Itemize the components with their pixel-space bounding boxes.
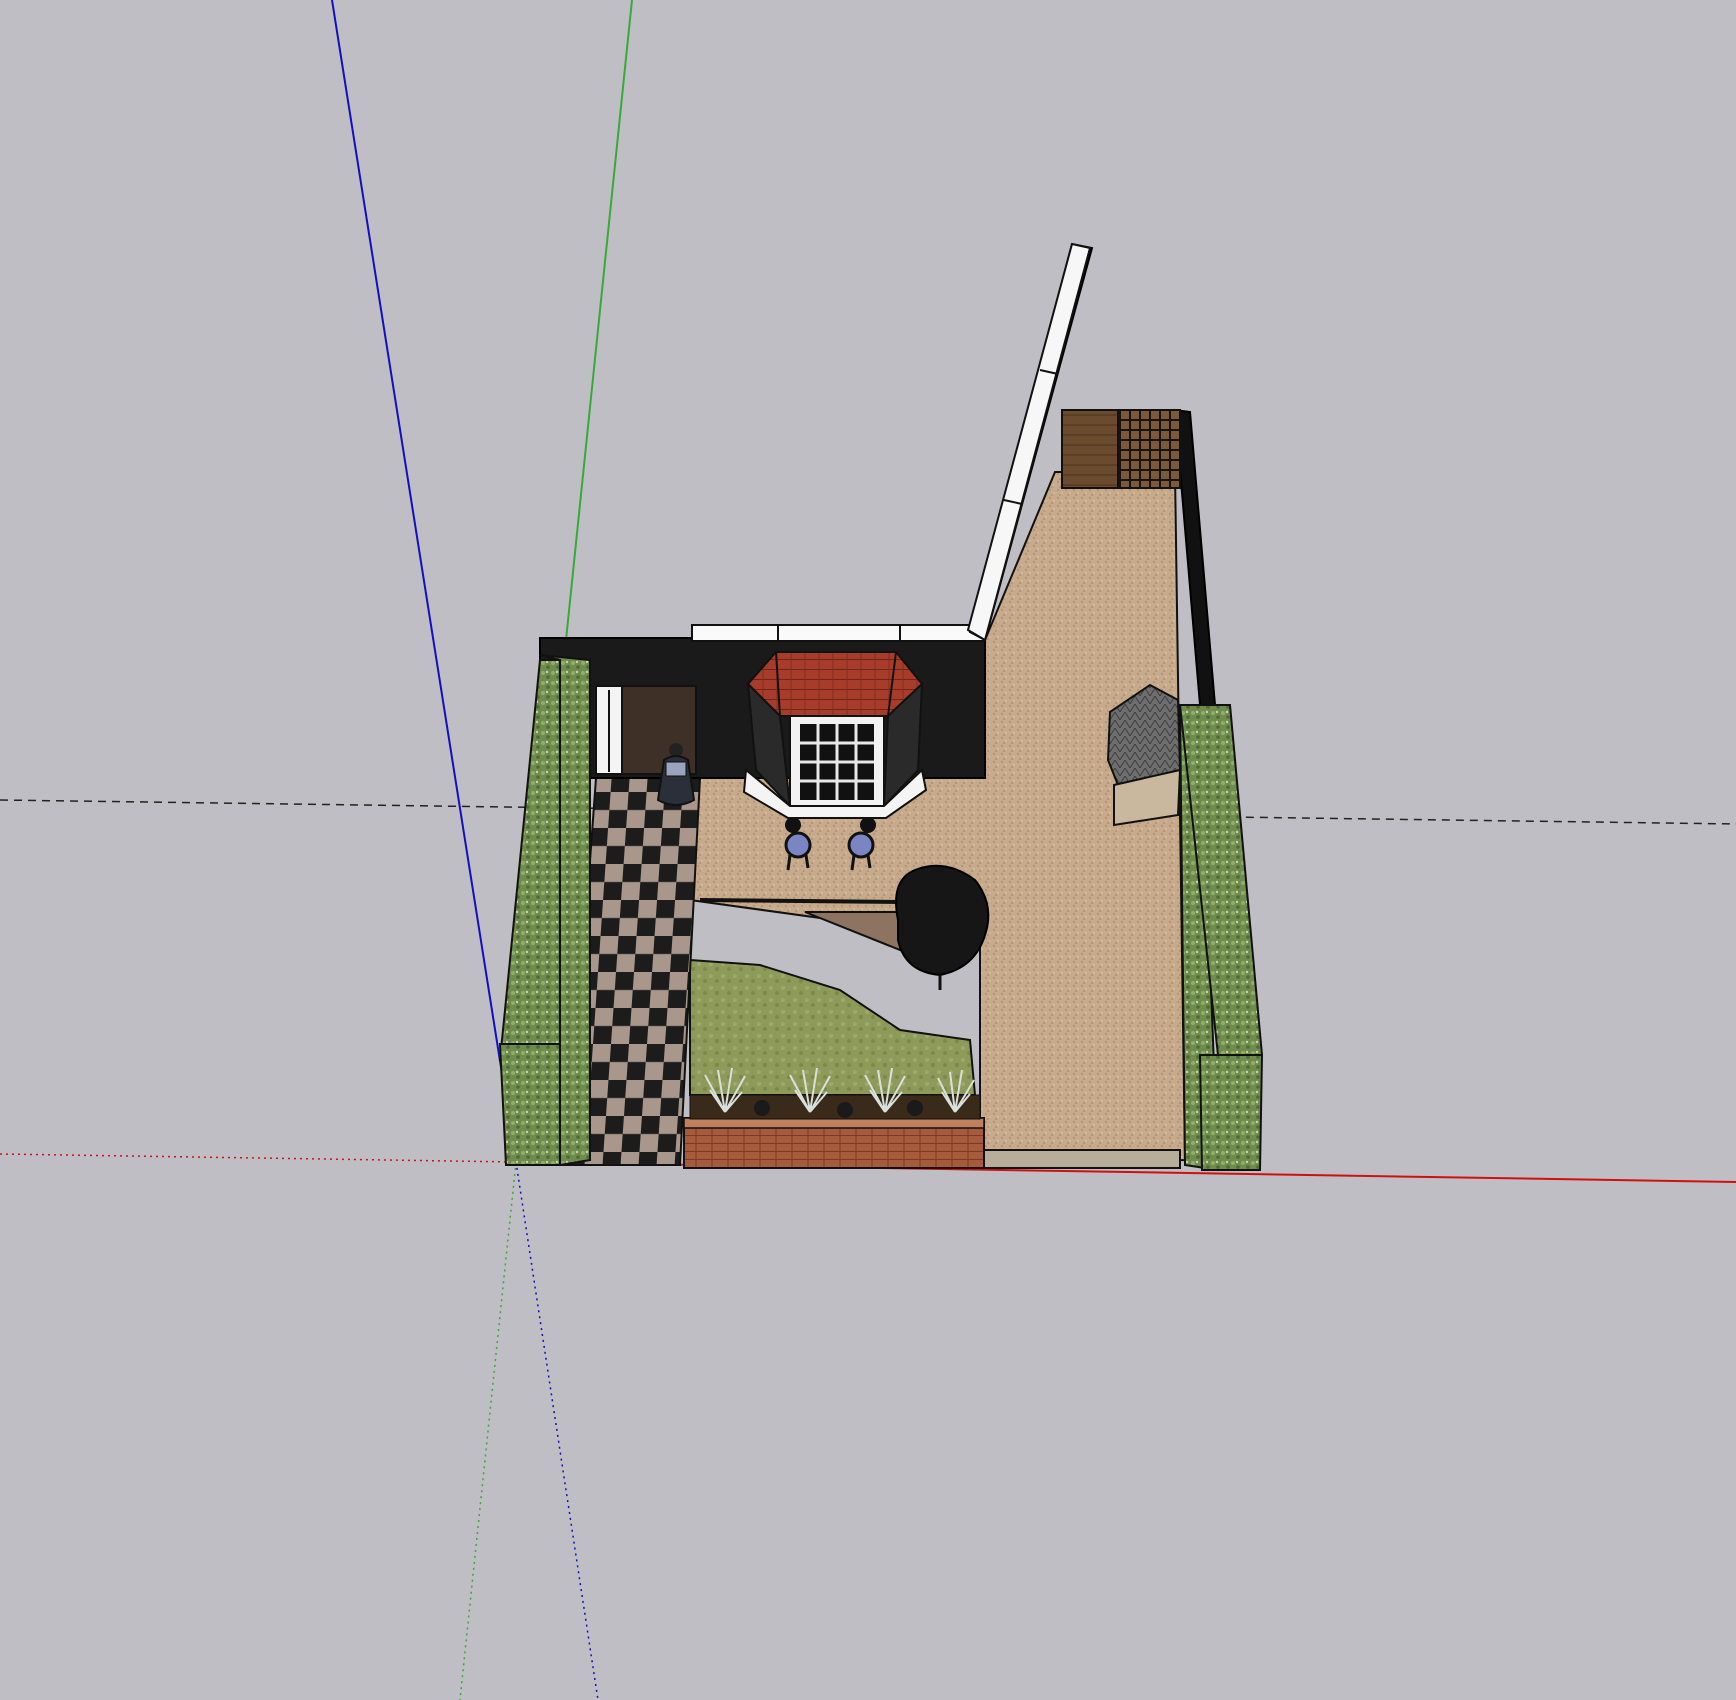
bay-window[interactable] bbox=[742, 651, 928, 819]
front-edging bbox=[983, 1149, 1181, 1169]
red-axis-negative bbox=[0, 1153, 517, 1163]
path-edge bbox=[699, 898, 901, 904]
model-viewport[interactable] bbox=[0, 0, 1736, 1700]
trellis-panel[interactable] bbox=[1117, 409, 1181, 489]
chair-icon bbox=[784, 831, 812, 859]
tree-icon bbox=[895, 864, 990, 977]
blue-axis-negative bbox=[515, 1161, 599, 1700]
chair-icon bbox=[847, 831, 875, 859]
person-icon bbox=[669, 743, 683, 757]
right-hedge-front bbox=[1198, 1054, 1264, 1171]
garden-shed[interactable] bbox=[1106, 683, 1182, 827]
topiary-tree[interactable] bbox=[895, 864, 990, 990]
green-axis bbox=[565, 0, 633, 641]
back-wall-coping bbox=[691, 624, 985, 642]
lawn-edge bbox=[804, 911, 901, 952]
bay-window-roof bbox=[746, 651, 924, 717]
left-hedge-front bbox=[498, 1043, 570, 1166]
wooden-gate[interactable] bbox=[1061, 409, 1119, 489]
green-axis-negative bbox=[459, 1161, 517, 1700]
left-hedge[interactable] bbox=[498, 659, 564, 1061]
lawn-area[interactable] bbox=[689, 958, 977, 1096]
blue-axis bbox=[331, 0, 517, 1163]
